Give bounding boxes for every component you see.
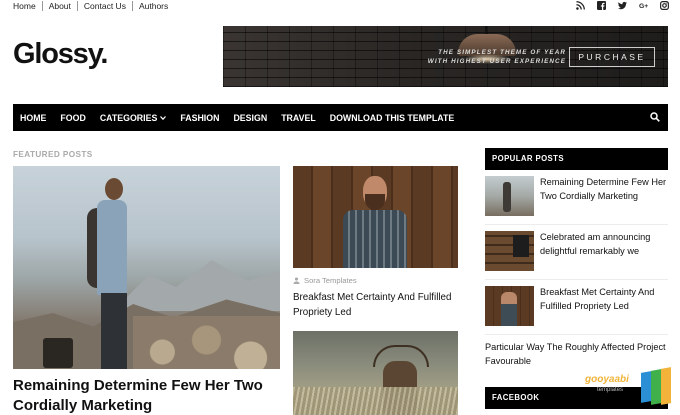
purchase-button[interactable]: PURCHASE bbox=[569, 47, 655, 67]
featured-second-title[interactable]: Breakfast Met Certainty And Fulfilled Pr… bbox=[293, 290, 453, 320]
hiker-body bbox=[97, 200, 127, 295]
rss-icon[interactable] bbox=[576, 1, 585, 10]
top-bar: Home About Contact Us Authors G+ bbox=[0, 0, 680, 14]
popular-post-title[interactable]: Remaining Determine Few Her Two Cordiall… bbox=[540, 176, 670, 203]
watermark-text: gooyaabi bbox=[585, 374, 629, 385]
popular-post-title[interactable]: Particular Way The Roughly Affected Proj… bbox=[485, 341, 668, 368]
divider bbox=[485, 224, 668, 225]
banner-tagline-line-2: WITH HIGHEST USER EXPERIENCE bbox=[427, 58, 566, 65]
watermark-subtext: templates bbox=[597, 387, 624, 393]
chevron-down-icon bbox=[160, 115, 167, 120]
popular-posts-heading: POPULAR POSTS bbox=[485, 148, 668, 170]
twitter-icon[interactable] bbox=[618, 1, 627, 10]
nav-item-download-template[interactable]: DOWNLOAD THIS TEMPLATE bbox=[323, 113, 461, 123]
banner-tagline: THE SIMPLEST THEME OF YEAR WITH HIGHEST … bbox=[416, 48, 566, 66]
grass-shape bbox=[293, 387, 458, 415]
top-link-authors[interactable]: Authors bbox=[131, 1, 174, 11]
watermark-book-shape bbox=[651, 369, 661, 405]
nav-item-categories[interactable]: CATEGORIES bbox=[93, 113, 174, 123]
watermark-book-shape bbox=[641, 371, 651, 403]
popular-post-title[interactable]: Breakfast Met Certainty And Fulfilled Pr… bbox=[540, 286, 670, 313]
suitcase-shape bbox=[43, 338, 73, 368]
top-link-home[interactable]: Home bbox=[13, 1, 42, 11]
divider bbox=[485, 279, 668, 280]
person-beard bbox=[365, 194, 385, 210]
top-link-contact[interactable]: Contact Us bbox=[76, 1, 132, 11]
divider bbox=[485, 334, 668, 335]
mountain-shape bbox=[113, 260, 280, 311]
hiker-head bbox=[105, 178, 123, 200]
popular-post-thumbnail[interactable] bbox=[485, 231, 534, 271]
featured-main-image[interactable] bbox=[13, 166, 280, 369]
banner-tagline-line-1: THE SIMPLEST THEME OF YEAR bbox=[438, 49, 566, 56]
featured-posts-label: FEATURED POSTS bbox=[13, 150, 93, 159]
nav-item-food[interactable]: FOOD bbox=[53, 113, 92, 123]
popular-post-thumbnail[interactable] bbox=[485, 176, 534, 216]
hiker-legs bbox=[101, 293, 127, 369]
post-author-name[interactable]: Sora Templates bbox=[304, 276, 357, 285]
nav-item-travel[interactable]: TRAVEL bbox=[274, 113, 323, 123]
watermark-logo: gooyaabi templates bbox=[583, 367, 680, 415]
google-plus-icon[interactable]: G+ bbox=[639, 1, 648, 10]
rocks-shape bbox=[133, 316, 280, 369]
header-banner-ad[interactable]: THE SIMPLEST THEME OF YEAR WITH HIGHEST … bbox=[223, 26, 668, 87]
top-link-about[interactable]: About bbox=[41, 1, 77, 11]
instagram-icon[interactable] bbox=[660, 1, 669, 10]
featured-third-image[interactable] bbox=[293, 331, 458, 415]
user-icon bbox=[293, 277, 300, 284]
main-nav: HOME FOOD CATEGORIES FASHION DESIGN TRAV… bbox=[13, 104, 668, 131]
site-logo[interactable]: Glossy. bbox=[13, 38, 108, 71]
nav-item-design[interactable]: DESIGN bbox=[226, 113, 274, 123]
featured-second-image[interactable] bbox=[293, 166, 458, 268]
hiker-figure bbox=[43, 178, 131, 369]
search-icon[interactable] bbox=[650, 112, 660, 122]
facebook-icon[interactable] bbox=[597, 1, 606, 10]
nav-item-home[interactable]: HOME bbox=[13, 113, 53, 123]
popular-post-title[interactable]: Celebrated am announcing delightful rema… bbox=[540, 231, 670, 258]
svg-text:G+: G+ bbox=[639, 3, 648, 10]
person-shirt bbox=[343, 210, 407, 268]
nav-item-categories-label: CATEGORIES bbox=[99, 112, 158, 123]
social-links: G+ bbox=[576, 1, 669, 10]
featured-main-title[interactable]: Remaining Determine Few Her Two Cordiall… bbox=[13, 376, 280, 415]
popular-post-thumbnail[interactable] bbox=[485, 286, 534, 326]
nav-item-fashion[interactable]: FASHION bbox=[173, 113, 226, 123]
post-author: Sora Templates bbox=[293, 276, 357, 285]
watermark-book-shape bbox=[661, 367, 671, 405]
top-links: Home About Contact Us Authors bbox=[13, 1, 174, 11]
